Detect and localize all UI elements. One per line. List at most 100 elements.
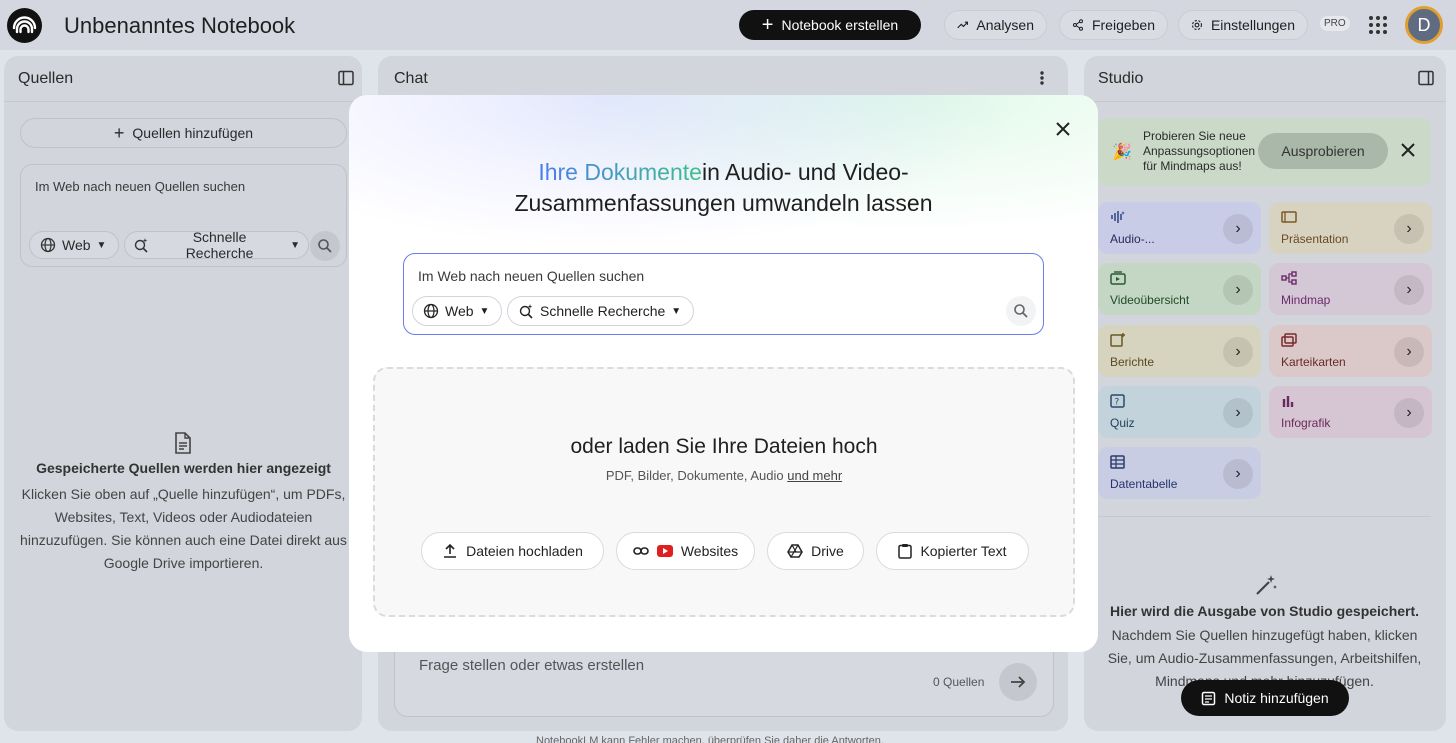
sources-empty-description: Klicken Sie oben auf „Quelle hinzufügen“… bbox=[20, 486, 347, 571]
video-icon bbox=[1110, 271, 1126, 285]
file-drop-zone[interactable]: oder laden Sie Ihre Dateien hoch PDF, Bi… bbox=[373, 367, 1075, 617]
note-icon bbox=[1202, 691, 1216, 705]
search-submit-button[interactable] bbox=[310, 231, 340, 261]
bar-chart-icon bbox=[1282, 396, 1294, 407]
chevron-down-icon: ▼ bbox=[290, 239, 300, 251]
notebooklm-logo-icon[interactable] bbox=[7, 8, 42, 43]
studio-card-presentation[interactable]: Präsentation › bbox=[1269, 202, 1432, 254]
disclaimer-footer: NotebookLM kann Fehler machen, überprüfe… bbox=[536, 735, 884, 743]
close-icon[interactable] bbox=[1400, 142, 1416, 158]
mindmap-icon bbox=[1281, 271, 1297, 285]
studio-card-mindmap[interactable]: Mindmap › bbox=[1269, 263, 1432, 315]
websites-button[interactable]: Websites bbox=[616, 532, 755, 570]
add-sources-button[interactable]: + Quellen hinzufügen bbox=[20, 118, 347, 148]
upload-icon bbox=[444, 543, 457, 558]
share-button[interactable]: Freigeben bbox=[1059, 10, 1168, 40]
copied-text-button[interactable]: Kopierter Text bbox=[876, 532, 1029, 570]
chevron-right-icon[interactable]: › bbox=[1223, 459, 1253, 489]
share-icon bbox=[1072, 19, 1083, 31]
chevron-right-icon[interactable]: › bbox=[1394, 275, 1424, 305]
chevron-right-icon[interactable]: › bbox=[1223, 398, 1253, 428]
try-button[interactable]: Ausprobieren bbox=[1258, 133, 1388, 169]
studio-panel-title: Studio bbox=[1098, 70, 1144, 87]
drive-icon bbox=[787, 544, 804, 558]
studio-card-video[interactable]: Videoübersicht › bbox=[1098, 263, 1261, 315]
modal-headline: Ihre Dokumentein Audio- und Video- Zusamm… bbox=[514, 159, 933, 216]
flashcards-icon bbox=[1281, 333, 1297, 347]
studio-empty-title: Hier wird die Ausgabe von Studio gespeic… bbox=[1109, 603, 1420, 619]
sources-web-search-box: Im Web nach neuen Quellen suchen Web ▼ S… bbox=[20, 164, 347, 267]
send-button[interactable] bbox=[999, 663, 1037, 701]
more-formats-link[interactable]: und mehr bbox=[787, 468, 842, 483]
chevron-right-icon[interactable]: › bbox=[1394, 337, 1424, 367]
research-mode-dropdown[interactable]: Schnelle Recherche ▼ bbox=[124, 229, 309, 261]
upload-files-button[interactable]: Dateien hochladen bbox=[421, 532, 604, 570]
source-count: 0 Quellen bbox=[933, 675, 985, 689]
plus-icon: + bbox=[761, 14, 774, 36]
chevron-down-icon: ▼ bbox=[479, 305, 490, 317]
chevron-down-icon: ▼ bbox=[671, 305, 682, 317]
close-icon[interactable] bbox=[1053, 119, 1073, 139]
party-popper-icon: 🎉 bbox=[1112, 144, 1132, 161]
create-notebook-button[interactable]: + Notebook erstellen bbox=[739, 10, 921, 40]
chevron-right-icon[interactable]: › bbox=[1223, 214, 1253, 244]
chevron-right-icon[interactable]: › bbox=[1394, 398, 1424, 428]
collapse-panel-icon[interactable] bbox=[338, 70, 354, 86]
drive-button[interactable]: Drive bbox=[767, 532, 864, 570]
sources-search-input[interactable]: Im Web nach neuen Quellen suchen bbox=[35, 179, 245, 194]
avatar[interactable]: D bbox=[1405, 6, 1443, 44]
chevron-right-icon[interactable]: › bbox=[1223, 275, 1253, 305]
chat-panel-title: Chat bbox=[394, 70, 428, 87]
studio-card-flashcards[interactable]: Karteikarten › bbox=[1269, 325, 1432, 377]
globe-icon bbox=[423, 303, 439, 319]
search-icon bbox=[1014, 304, 1028, 318]
sources-panel-title: Quellen bbox=[18, 70, 74, 87]
plus-icon: + bbox=[113, 122, 125, 143]
sparkle-search-icon bbox=[134, 238, 148, 253]
add-sources-modal: Ihre Dokumentein Audio- und Video- Zusamm… bbox=[349, 95, 1098, 652]
clipboard-icon bbox=[898, 544, 913, 559]
add-note-button[interactable]: Notiz hinzufügen bbox=[1181, 680, 1349, 716]
web-source-dropdown[interactable]: Web ▼ bbox=[29, 231, 119, 259]
chat-input[interactable]: Frage stellen oder etwas erstellen bbox=[419, 657, 644, 674]
trending-up-icon bbox=[957, 21, 969, 29]
chevron-down-icon: ▼ bbox=[96, 239, 107, 251]
upload-subtitle: PDF, Bilder, Dokumente, Audio und mehr bbox=[605, 468, 843, 483]
gear-icon bbox=[1191, 19, 1203, 31]
pro-badge: PRO bbox=[1320, 16, 1350, 31]
modal-research-mode-dropdown[interactable]: Schnelle Recherche ▼ bbox=[507, 296, 694, 326]
apps-grid-icon[interactable] bbox=[1367, 14, 1389, 36]
analytics-button[interactable]: Analysen bbox=[944, 10, 1047, 40]
settings-button[interactable]: Einstellungen bbox=[1178, 10, 1308, 40]
table-icon bbox=[1110, 455, 1125, 469]
modal-search-submit-button[interactable] bbox=[1006, 296, 1036, 326]
collapse-panel-icon[interactable] bbox=[1418, 70, 1434, 86]
chevron-right-icon[interactable]: › bbox=[1394, 214, 1424, 244]
svg-text:?: ? bbox=[1115, 398, 1120, 408]
notebook-title[interactable]: Unbenanntes Notebook bbox=[64, 13, 295, 39]
studio-card-reports[interactable]: Berichte › bbox=[1098, 325, 1261, 377]
modal-web-source-dropdown[interactable]: Web ▼ bbox=[412, 296, 502, 326]
divider bbox=[1098, 516, 1431, 517]
chevron-right-icon[interactable]: › bbox=[1223, 337, 1253, 367]
sparkle-search-icon bbox=[519, 304, 533, 319]
search-icon bbox=[318, 239, 332, 253]
divider bbox=[1084, 101, 1446, 102]
sources-empty-title: Gespeicherte Quellen werden hier angezei… bbox=[36, 460, 331, 476]
divider bbox=[4, 101, 362, 102]
audio-waveform-icon bbox=[1111, 211, 1125, 223]
studio-card-datatable[interactable]: Datentabelle › bbox=[1098, 447, 1261, 499]
arrow-right-icon bbox=[1011, 676, 1026, 688]
mindmap-promo-banner: 🎉 Probieren Sie neue Anpassungsoptionen … bbox=[1098, 118, 1431, 186]
report-icon bbox=[1110, 333, 1125, 347]
globe-icon bbox=[40, 237, 56, 253]
link-icon bbox=[633, 547, 649, 555]
studio-card-audio[interactable]: Audio-... › bbox=[1098, 202, 1261, 254]
modal-search-input[interactable]: Im Web nach neuen Quellen suchen bbox=[418, 268, 644, 284]
quiz-icon: ? bbox=[1110, 394, 1125, 408]
studio-card-quiz[interactable]: ? Quiz › bbox=[1098, 386, 1261, 438]
studio-card-infographic[interactable]: Infografik › bbox=[1269, 386, 1432, 438]
more-vert-icon[interactable] bbox=[1038, 70, 1046, 86]
upload-title: oder laden Sie Ihre Dateien hoch bbox=[570, 435, 878, 458]
promo-text: Probieren Sie neue Anpassungsoptionen fü… bbox=[1143, 129, 1256, 173]
